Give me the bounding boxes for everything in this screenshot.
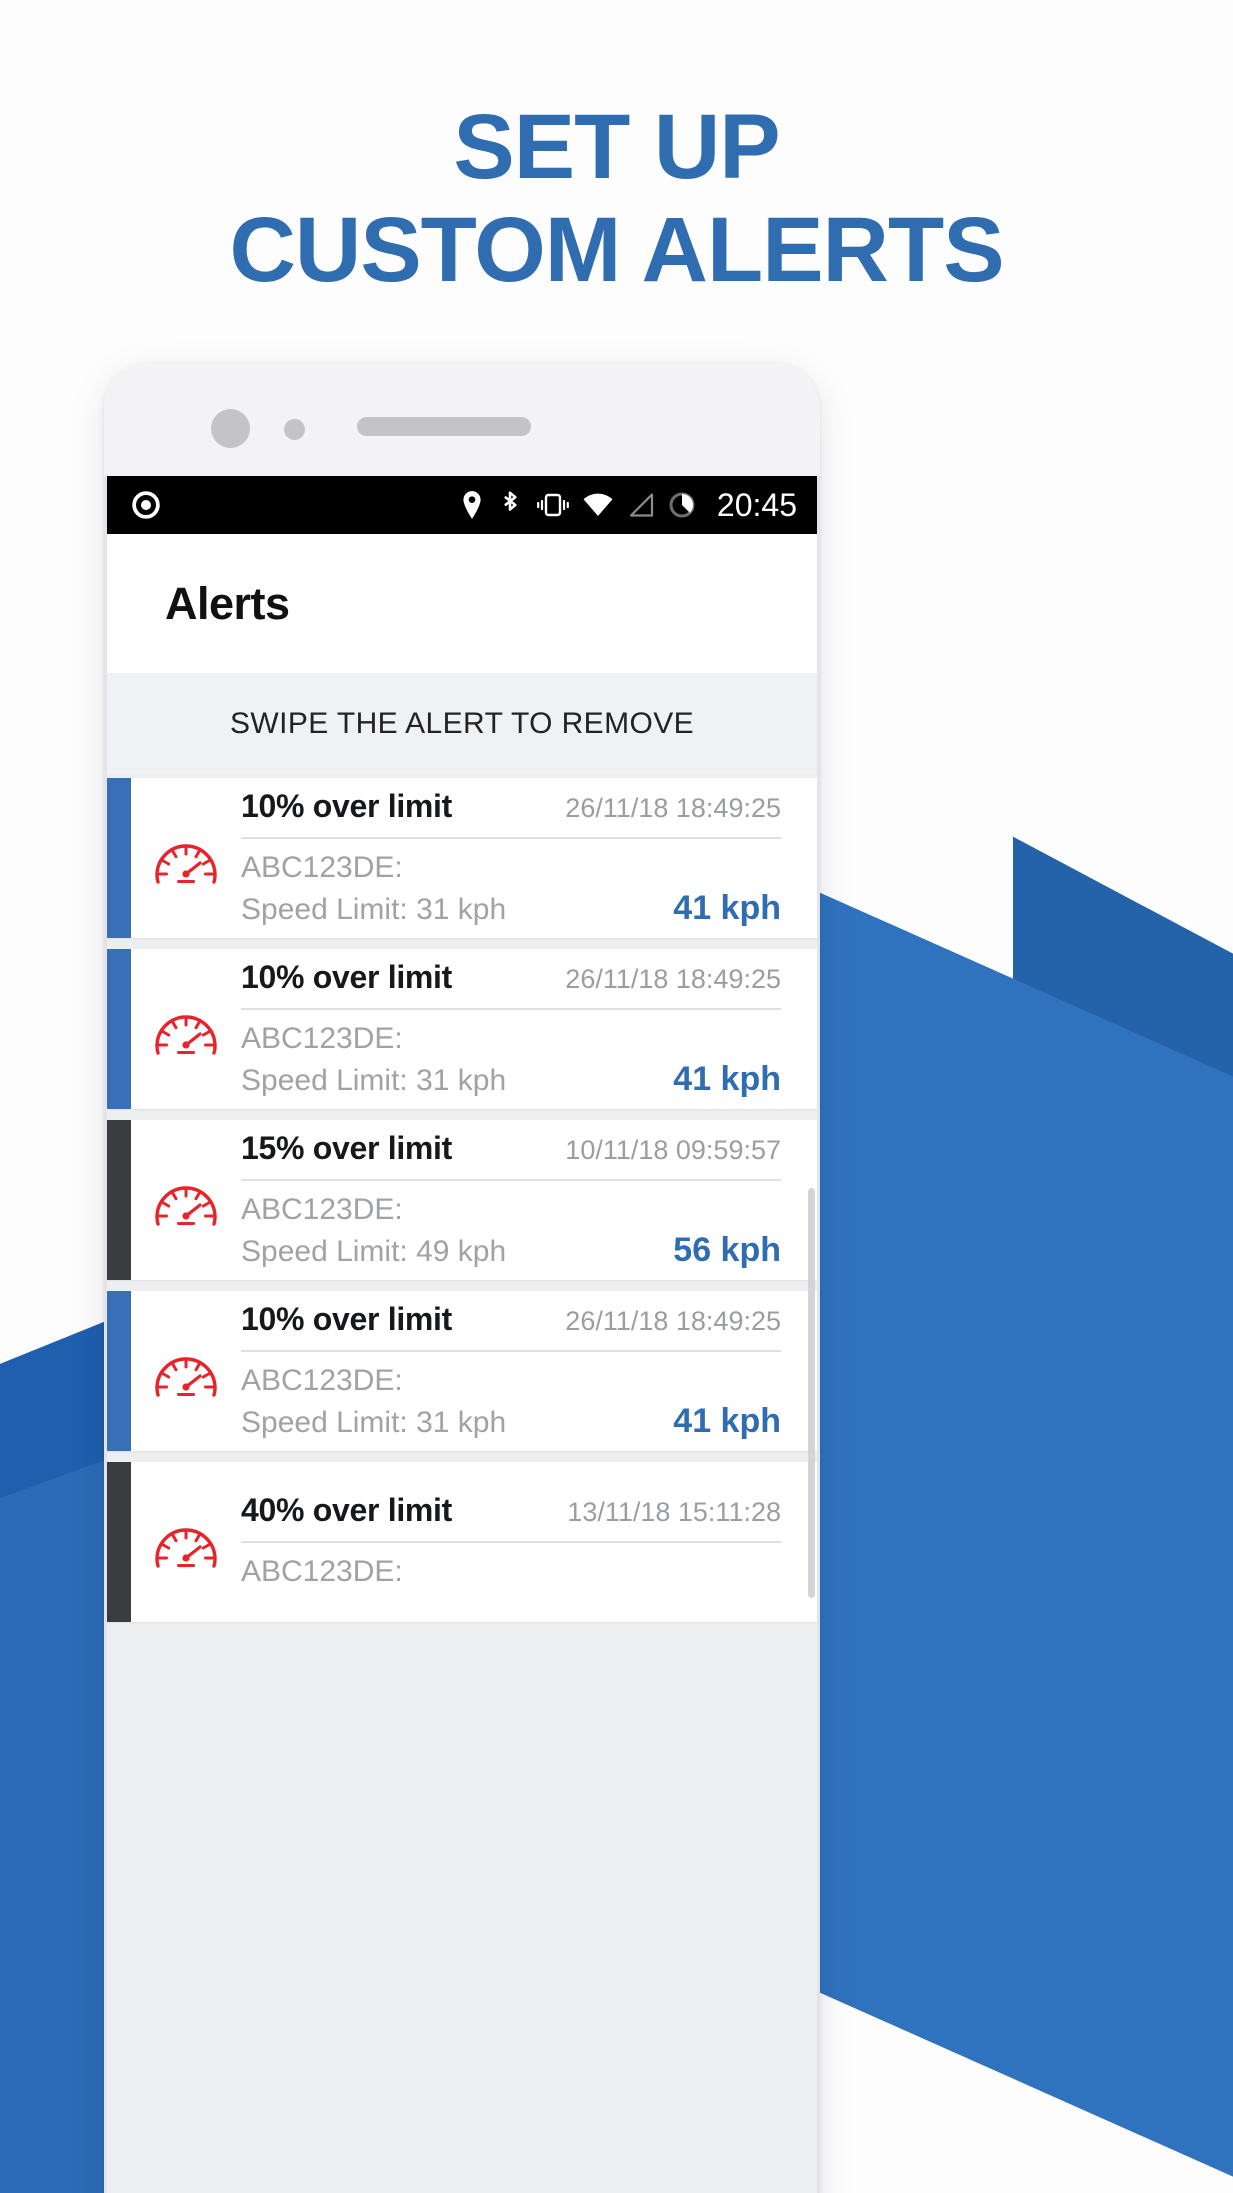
speedometer-icon bbox=[131, 1120, 241, 1280]
alert-speed-limit: Speed Limit: 31 kph bbox=[241, 893, 507, 926]
alert-card[interactable]: 10% over limit 26/11/18 18:49:25 ABC123DE:… bbox=[107, 949, 817, 1109]
alert-timestamp: 26/11/18 18:49:25 bbox=[565, 964, 781, 994]
speedometer-glyph bbox=[155, 1357, 217, 1397]
alert-severity-accent-bar bbox=[107, 1120, 131, 1280]
list-scrollbar[interactable] bbox=[808, 1188, 815, 1598]
bluetooth-icon bbox=[498, 490, 522, 520]
alert-footer-row: Speed Limit: 31 kph 41 kph bbox=[241, 1398, 781, 1441]
alert-body: 10% over limit 26/11/18 18:49:25 ABC123DE:… bbox=[241, 778, 817, 938]
battery-circle-icon bbox=[668, 491, 696, 519]
alert-recorded-speed: 41 kph bbox=[673, 889, 781, 927]
alert-title: 15% over limit bbox=[241, 1130, 453, 1166]
alert-footer-row: Speed Limit: 31 kph 41 kph bbox=[241, 885, 781, 928]
speedometer-glyph bbox=[155, 1015, 217, 1055]
status-bar: 20:45 bbox=[107, 476, 817, 534]
swipe-hint-band: SWIPE THE ALERT TO REMOVE bbox=[107, 673, 817, 774]
alert-recorded-speed: 56 kph bbox=[673, 1231, 781, 1269]
promo-headline: SET UP CUSTOM ALERTS bbox=[0, 96, 1233, 302]
speedometer-icon bbox=[131, 778, 241, 938]
alert-header-row: 10% over limit 26/11/18 18:49:25 bbox=[241, 1301, 781, 1352]
speedometer-icon bbox=[131, 949, 241, 1109]
alert-footer-row: Speed Limit: 49 kph 56 kph bbox=[241, 1227, 781, 1270]
alert-severity-accent-bar bbox=[107, 1462, 131, 1622]
alert-timestamp: 13/11/18 15:11:28 bbox=[567, 1496, 781, 1527]
alert-speed-limit: Speed Limit: 31 kph bbox=[241, 1064, 507, 1097]
alert-card[interactable]: 40% over limit 13/11/18 15:11:28 ABC123DE: bbox=[107, 1462, 817, 1622]
alert-severity-accent-bar bbox=[107, 778, 131, 938]
alert-recorded-speed: 41 kph bbox=[673, 1060, 781, 1098]
alert-card[interactable]: 15% over limit 10/11/18 09:59:57 ABC123DE:… bbox=[107, 1120, 817, 1280]
alert-body: 10% over limit 26/11/18 18:49:25 ABC123DE:… bbox=[241, 949, 817, 1109]
alert-vehicle-plate: ABC123DE: bbox=[241, 1193, 403, 1226]
alert-body: 10% over limit 26/11/18 18:49:25 ABC123DE:… bbox=[241, 1291, 817, 1451]
speedometer-glyph bbox=[155, 844, 217, 884]
alert-severity-accent-bar bbox=[107, 949, 131, 1109]
alert-vehicle-plate: ABC123DE: bbox=[241, 851, 403, 884]
alerts-list[interactable]: 10% over limit 26/11/18 18:49:25 ABC123DE:… bbox=[107, 774, 817, 1622]
alert-vehicle-plate: ABC123DE: bbox=[241, 1022, 403, 1055]
phone-mockup: 20:45 Alerts SWIPE THE ALERT TO REMOVE 1… bbox=[104, 363, 820, 2193]
swipe-hint-text: SWIPE THE ALERT TO REMOVE bbox=[229, 706, 695, 740]
alert-header-row: 40% over limit 13/11/18 15:11:28 bbox=[241, 1492, 781, 1543]
signal-icon bbox=[627, 492, 655, 518]
record-dot-icon bbox=[131, 490, 161, 520]
alert-title: 10% over limit bbox=[241, 788, 453, 824]
alert-speed-limit: Speed Limit: 49 kph bbox=[241, 1235, 507, 1268]
page-title: Alerts bbox=[165, 577, 290, 629]
alert-header-row: 10% over limit 26/11/18 18:49:25 bbox=[241, 959, 781, 1010]
front-camera-icon bbox=[211, 409, 250, 448]
earpiece-speaker bbox=[357, 417, 531, 436]
alert-card[interactable]: 10% over limit 26/11/18 18:49:25 ABC123DE:… bbox=[107, 778, 817, 938]
phone-bezel-top bbox=[104, 363, 820, 476]
alert-title: 10% over limit bbox=[241, 1301, 453, 1337]
alert-timestamp: 26/11/18 18:49:25 bbox=[565, 1306, 781, 1336]
alert-title: 40% over limit bbox=[241, 1491, 453, 1528]
alert-vehicle-plate: ABC123DE: bbox=[241, 1554, 403, 1588]
status-bar-time: 20:45 bbox=[716, 487, 797, 523]
alert-header-row: 15% over limit 10/11/18 09:59:57 bbox=[241, 1130, 781, 1181]
speedometer-icon bbox=[131, 1291, 241, 1451]
alert-footer-row bbox=[241, 1589, 781, 1593]
alert-header-row: 10% over limit 26/11/18 18:49:25 bbox=[241, 788, 781, 839]
alert-body: 15% over limit 10/11/18 09:59:57 ABC123DE:… bbox=[241, 1120, 817, 1280]
speedometer-icon bbox=[131, 1462, 241, 1622]
status-bar-right: 20:45 bbox=[459, 489, 797, 521]
alert-vehicle-plate: ABC123DE: bbox=[241, 1364, 403, 1397]
headline-line-1: SET UP bbox=[453, 96, 780, 198]
alert-title: 10% over limit bbox=[241, 959, 453, 995]
app-bar: Alerts bbox=[107, 534, 817, 673]
alert-footer-row: Speed Limit: 31 kph 41 kph bbox=[241, 1056, 781, 1099]
proximity-sensor-icon bbox=[284, 419, 305, 440]
speedometer-glyph bbox=[155, 1528, 217, 1568]
wifi-icon bbox=[582, 492, 614, 518]
background-shape-right-dark bbox=[1013, 836, 1233, 2193]
headline-line-2: CUSTOM ALERTS bbox=[229, 199, 1004, 302]
phone-screen: 20:45 Alerts SWIPE THE ALERT TO REMOVE 1… bbox=[107, 476, 817, 2193]
alert-recorded-speed: 41 kph bbox=[673, 1402, 781, 1440]
background-shape-right bbox=[813, 889, 1233, 2193]
alert-timestamp: 10/11/18 09:59:57 bbox=[565, 1135, 781, 1165]
alert-severity-accent-bar bbox=[107, 1291, 131, 1451]
alert-speed-limit: Speed Limit: 31 kph bbox=[241, 1406, 507, 1439]
speedometer-glyph bbox=[155, 1186, 217, 1226]
phone-rail-right bbox=[817, 476, 820, 2193]
status-bar-left bbox=[131, 490, 161, 520]
vibrate-icon bbox=[535, 491, 569, 519]
promo-screenshot: SET UP CUSTOM ALERTS 20:45 Alerts SWIPE … bbox=[0, 0, 1233, 2193]
alert-body: 40% over limit 13/11/18 15:11:28 ABC123DE: bbox=[241, 1462, 817, 1622]
alert-card[interactable]: 10% over limit 26/11/18 18:49:25 ABC123DE:… bbox=[107, 1291, 817, 1451]
location-pin-icon bbox=[459, 490, 485, 520]
alert-timestamp: 26/11/18 18:49:25 bbox=[565, 793, 781, 823]
